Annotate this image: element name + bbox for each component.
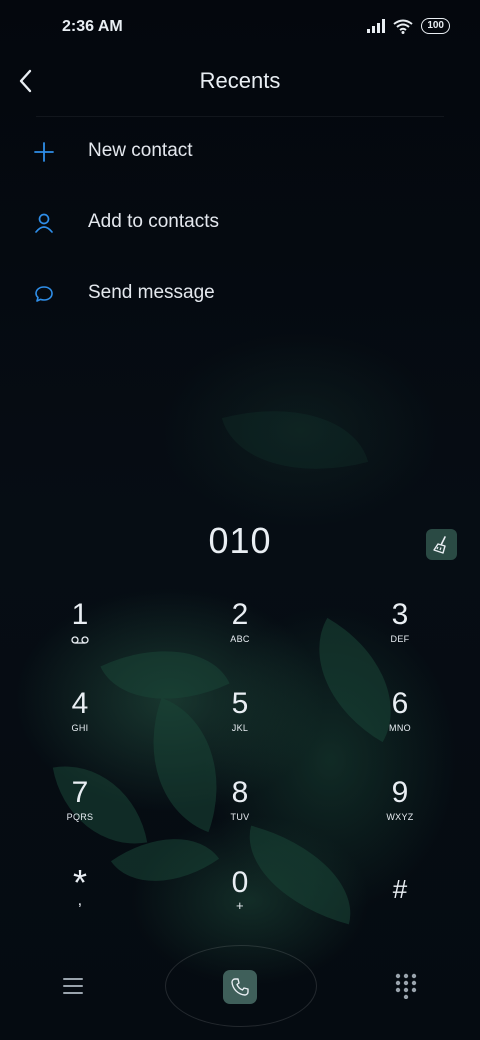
key-5-letters: JKL [231,723,249,733]
status-bar: 2:36 AM 100 [0,0,480,56]
person-icon [35,213,53,233]
key-7[interactable]: 7 PQRS [10,776,150,856]
status-icons: 100 [367,18,450,34]
signal-icon [367,19,386,33]
menu-label-send-message: Send message [88,282,215,303]
key-8-digit: 8 [231,776,249,809]
broom-icon [432,535,446,554]
key-1[interactable]: 1 [10,598,150,678]
menu-label-add-to-contacts: Add to contacts [88,211,219,232]
new-contact-item[interactable]: New contact [0,124,480,184]
key-9-digit: 9 [391,776,409,809]
key-5-digit: 5 [231,687,249,720]
header: Recents [0,56,480,116]
voicemail-icon [71,636,89,644]
key-2[interactable]: 2 ABC [170,598,310,678]
status-time: 2:36 AM [62,18,123,35]
key-hash-symbol: # [392,874,408,904]
key-star-sub: , [77,892,83,909]
add-to-contacts-item[interactable]: Add to contacts [0,195,480,255]
wifi-icon [393,19,413,34]
key-4[interactable]: 4 GHI [10,687,150,767]
key-star[interactable]: * , [10,865,150,946]
key-3-letters: DEF [390,634,410,644]
plus-icon [34,142,54,162]
menu-icon[interactable] [62,975,84,997]
key-4-letters: GHI [71,723,89,733]
dialpad-icon[interactable] [394,973,418,999]
key-7-letters: PQRS [66,812,94,822]
key-hash[interactable]: # [330,872,470,952]
clear-number-button[interactable] [426,529,457,560]
dialed-number-display: 010 [208,520,272,561]
page-title: Recents [199,68,281,93]
key-5[interactable]: 5 JKL [170,687,310,767]
key-7-digit: 7 [71,776,89,809]
menu-label-new-contact: New contact [88,140,193,161]
key-8-letters: TUV [230,812,250,822]
key-1-digit: 1 [71,598,89,631]
chat-bubble-icon [35,286,53,302]
key-6-letters: MNO [389,723,411,733]
key-6[interactable]: 6 MNO [330,687,470,767]
key-2-digit: 2 [231,598,249,631]
key-0-digit: 0 [231,866,249,899]
phone-icon [231,978,249,996]
send-message-item[interactable]: Send message [0,266,480,326]
key-0[interactable]: 0 + [170,866,310,946]
key-8[interactable]: 8 TUV [170,776,310,856]
key-9[interactable]: 9 WXYZ [330,776,470,856]
key-3-digit: 3 [391,598,409,631]
key-3[interactable]: 3 DEF [330,598,470,678]
key-4-digit: 4 [71,687,89,720]
key-2-letters: ABC [230,634,250,644]
key-0-sub: + [236,898,244,913]
call-button[interactable] [223,970,257,1004]
bottom-bar [0,945,480,1035]
header-divider [36,116,444,117]
battery-indicator: 100 [421,18,450,34]
key-9-letters: WXYZ [386,812,414,822]
key-6-digit: 6 [391,687,409,720]
